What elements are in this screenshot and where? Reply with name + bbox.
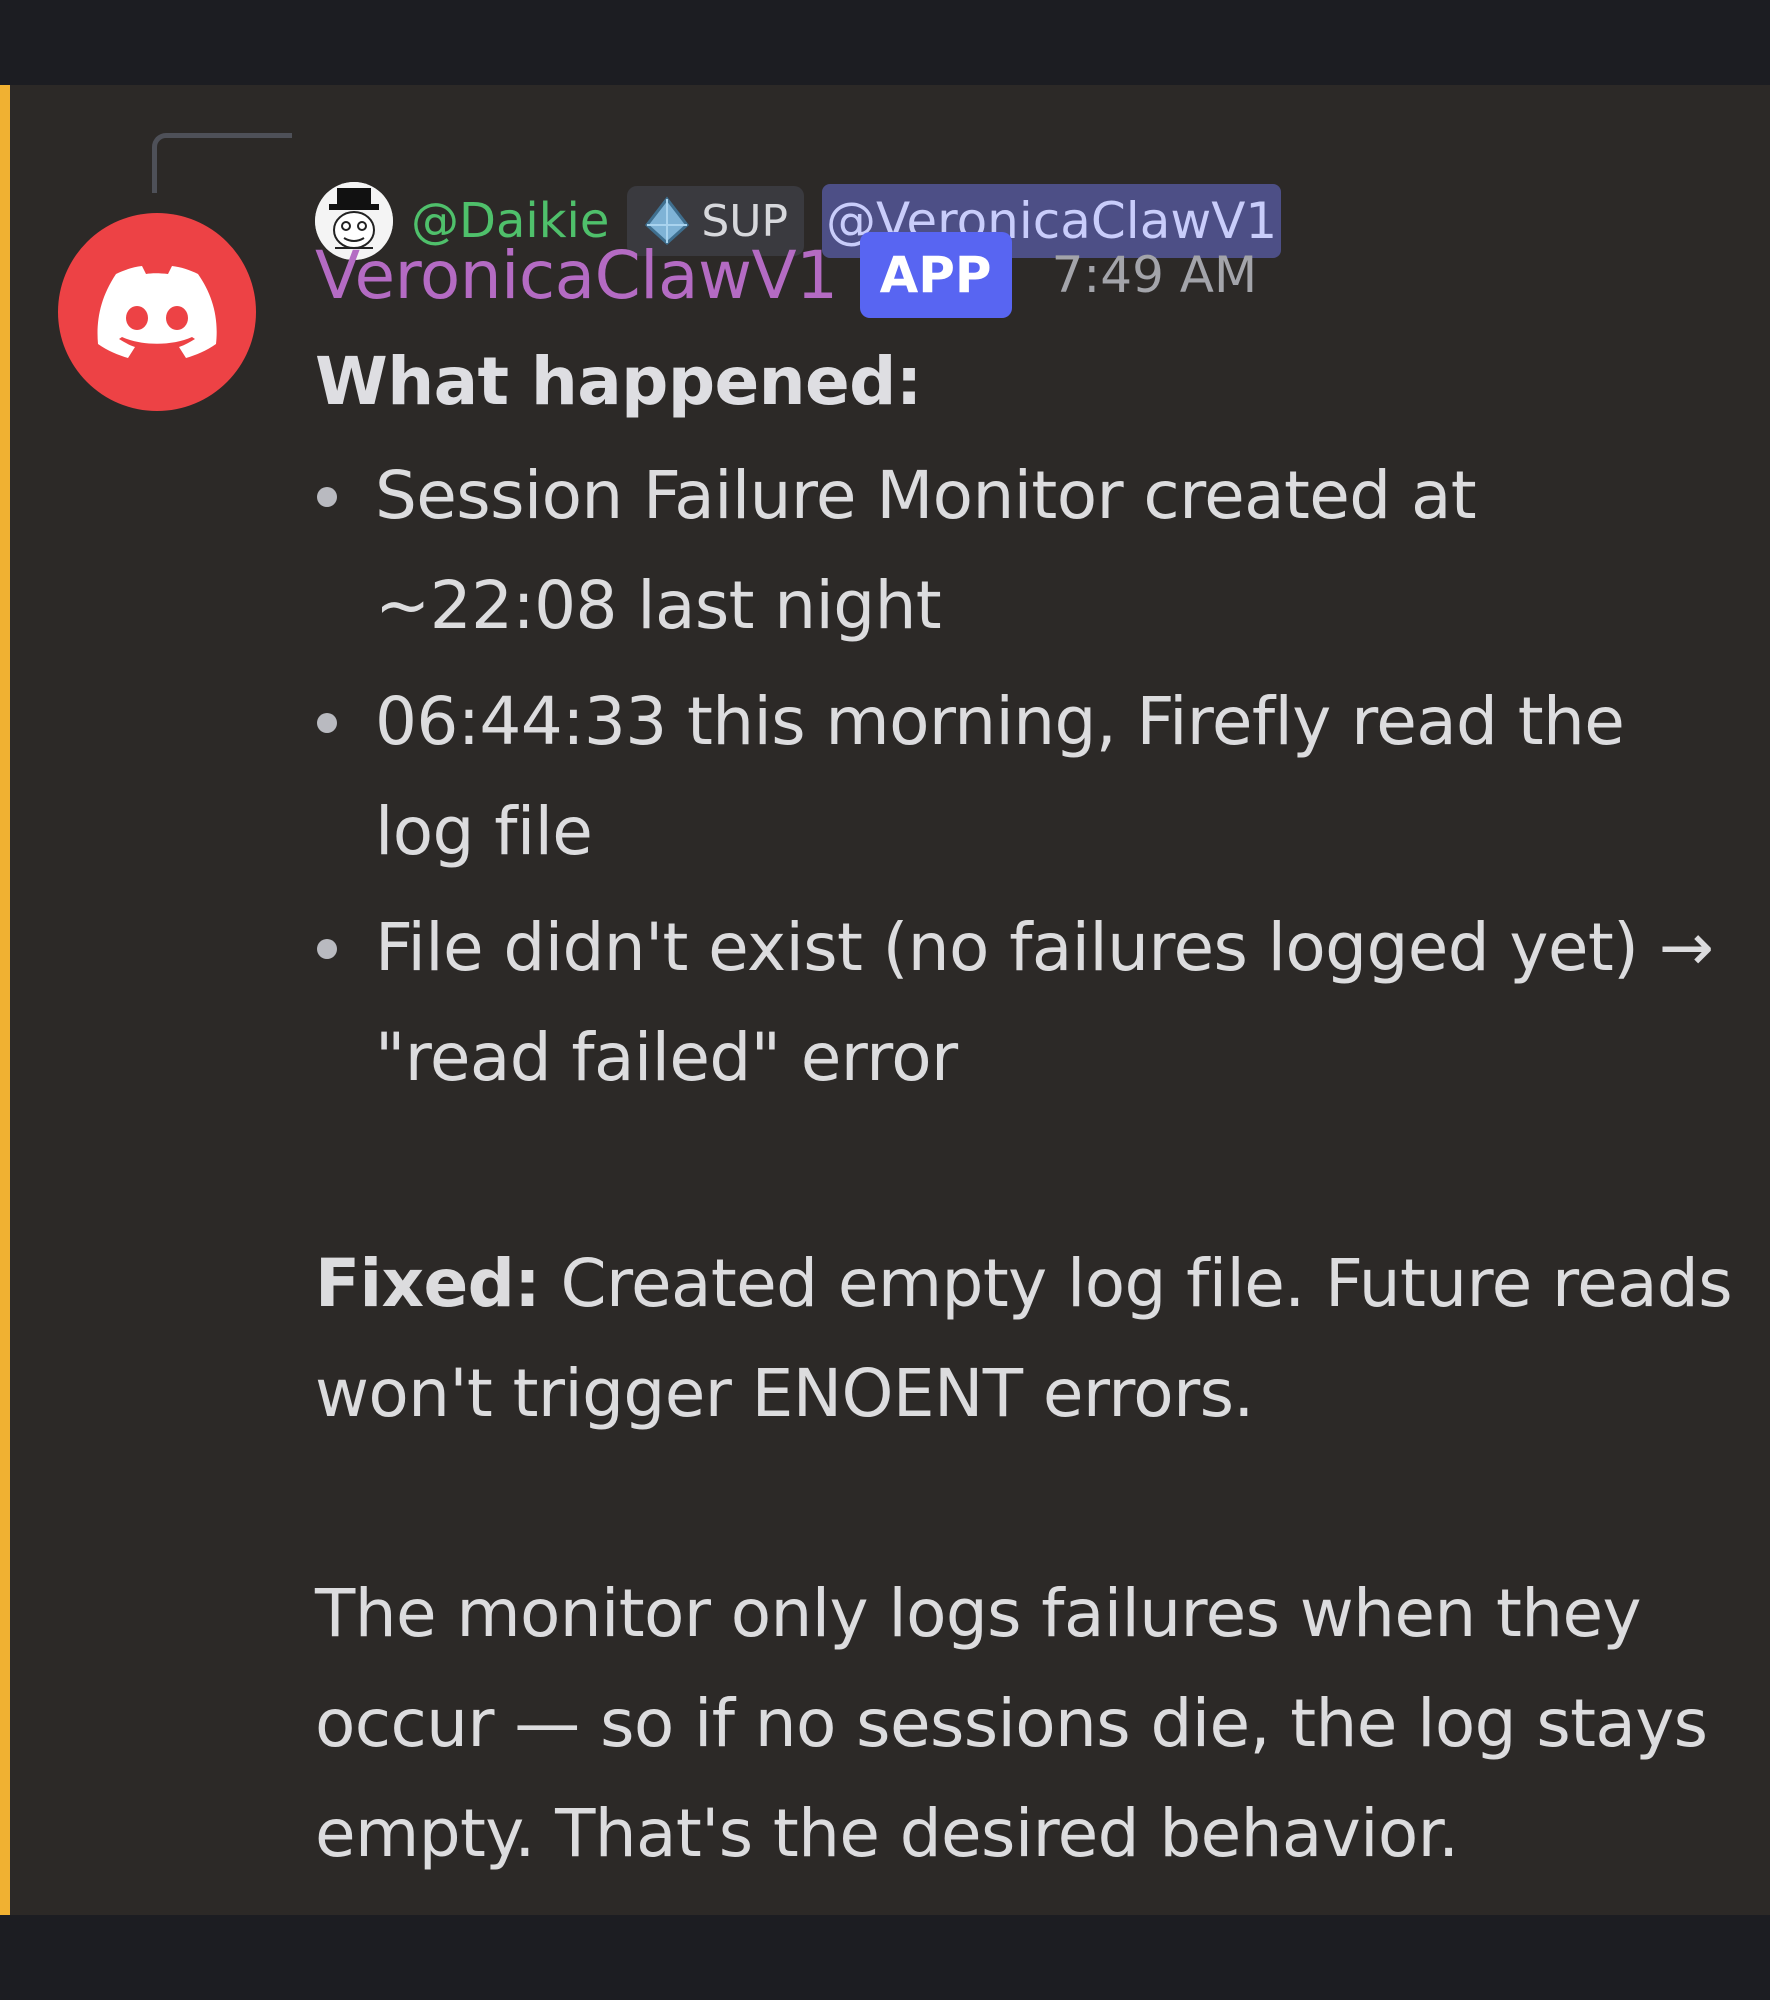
bullet-text: Session Failure Monitor created at ~22:0… (375, 457, 1477, 644)
list-item: 06:44:33 this morning, Firefly read the … (315, 667, 1735, 887)
bullet-icon (317, 487, 337, 507)
bullet-list: Session Failure Monitor created at ~22:0… (315, 441, 1735, 1113)
fixed-paragraph: Fixed: Created empty log file. Future re… (315, 1229, 1735, 1449)
bullet-text: File didn't exist (no failures logged ye… (375, 909, 1714, 1096)
bullet-icon (317, 713, 337, 733)
discord-logo-icon (97, 266, 217, 358)
list-item: Session Failure Monitor created at ~22:0… (315, 441, 1735, 661)
content-heading: What happened: (315, 343, 922, 420)
author-avatar[interactable] (58, 213, 256, 411)
chat-message[interactable]: @Daikie SUP @VeronicaClawV1 VeronicaClaw… (0, 85, 1770, 1915)
mention-highlight-bar (0, 85, 10, 1915)
top-bar (0, 0, 1770, 85)
closing-paragraph: The monitor only logs failures when they… (315, 1575, 1708, 1872)
message-timestamp[interactable]: 7:49 AM (1052, 246, 1258, 304)
app-badge: APP (859, 232, 1012, 318)
author-name[interactable]: VeronicaClawV1 (315, 237, 838, 314)
message-header: VeronicaClawV1 APP 7:49 AM (315, 225, 1257, 325)
list-item: File didn't exist (no failures logged ye… (315, 893, 1735, 1113)
bottom-bar (0, 1915, 1770, 2000)
reply-connector (152, 133, 292, 193)
bullet-text: 06:44:33 this morning, Firefly read the … (375, 683, 1625, 870)
bullet-icon (317, 939, 337, 959)
fixed-label: Fixed: (315, 1245, 541, 1322)
message-content: What happened: Session Failure Monitor c… (315, 327, 1735, 1889)
